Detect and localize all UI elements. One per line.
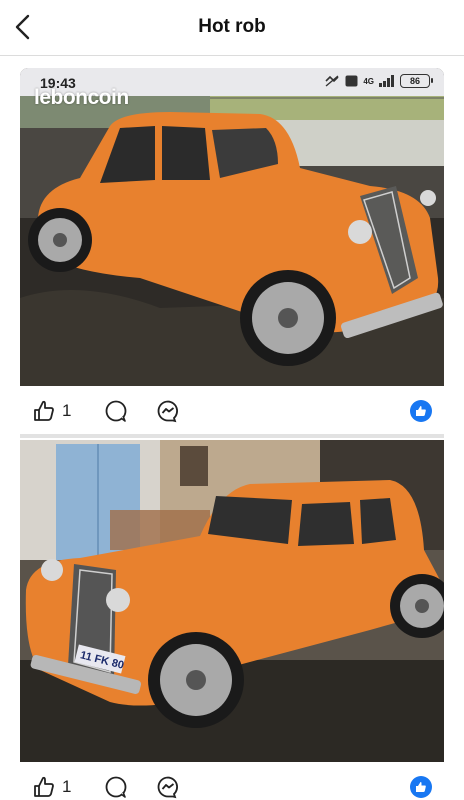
messenger-icon — [157, 776, 178, 799]
like-reaction-icon — [410, 400, 432, 422]
like-reaction-icon — [410, 776, 432, 798]
like-button[interactable]: 1 — [32, 399, 71, 423]
car-photo-1[interactable]: 19:43 4G 86 leboncoin — [20, 68, 444, 386]
like-thumb-icon — [34, 776, 54, 797]
leboncoin-watermark: leboncoin — [34, 86, 129, 109]
battery-icon: 86 — [400, 74, 433, 88]
car-photo-2-image: 11 FK 80 — [20, 440, 444, 762]
network-type: 4G — [363, 76, 374, 86]
status-icons: 4G 86 — [324, 74, 433, 88]
comment-icon — [105, 776, 127, 798]
post-actions-1: 1 — [20, 392, 444, 432]
comment-button[interactable] — [104, 775, 128, 800]
battery-level: 86 — [409, 76, 420, 86]
lte-icon — [345, 75, 358, 87]
like-button[interactable]: 1 — [32, 775, 71, 799]
car-photo-2[interactable]: 11 FK 80 — [20, 440, 444, 762]
post-actions-2: 1 — [20, 768, 444, 800]
like-thumb-icon — [34, 400, 54, 421]
messenger-button[interactable] — [156, 775, 180, 800]
like-count: 1 — [62, 777, 72, 796]
top-bar: Hot rob — [0, 0, 464, 56]
messenger-icon — [157, 400, 178, 423]
page-title: Hot rob — [198, 16, 266, 37]
signal-icon — [379, 75, 394, 87]
car-photo-1-image — [20, 68, 444, 386]
mute-icon — [325, 75, 339, 87]
messenger-button[interactable] — [156, 399, 180, 428]
comment-button[interactable] — [104, 399, 128, 428]
comment-icon — [105, 400, 127, 422]
post-divider — [20, 434, 444, 438]
like-count: 1 — [62, 401, 72, 420]
